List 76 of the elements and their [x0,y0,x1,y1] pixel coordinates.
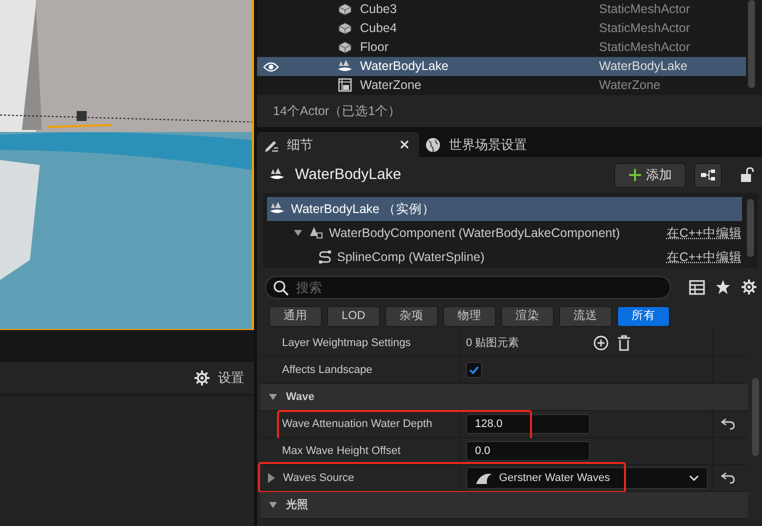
expanded-arrow-icon[interactable] [268,393,278,401]
component-name: WaterBodyComponent (WaterBodyLakeComponent) [329,224,620,242]
search-icon [273,280,289,296]
outliner-row[interactable]: Floor StaticMeshActor [257,38,746,57]
globe-icon [425,136,441,152]
outliner-row[interactable]: WaterBodyLake WaterBodyLake [257,57,746,76]
actor-title: WaterBodyLake [295,164,402,185]
collapsed-arrow-icon[interactable] [268,473,275,483]
filter-button[interactable]: 渲染 [501,306,554,327]
settings-icon[interactable] [194,370,210,386]
component-row[interactable]: WaterBodyComponent (WaterBodyLakeComponent) 在C++中编辑 [267,221,742,245]
component-name: SplineComp (WaterSpline) [337,248,485,266]
chevron-down-icon [689,475,699,481]
actor-type: StaticMeshActor [599,1,690,18]
trash-icon[interactable] [617,335,632,351]
add-button[interactable]: 添加 [614,162,686,188]
scrollbar-thumb[interactable] [752,378,759,456]
add-element-icon[interactable] [593,335,610,351]
outliner-row[interactable]: Cube3 StaticMeshActor [257,0,746,19]
blueprint-button[interactable] [694,162,722,188]
category-title[interactable]: 光照 [286,496,308,514]
close-icon[interactable] [400,140,409,149]
property-value: 0 贴图元素 [466,336,520,351]
actor-name: Cube4 [360,20,397,38]
category-title[interactable]: Wave [286,388,314,406]
filter-button[interactable]: 物理 [443,306,496,327]
property-label: Wave Attenuation Water Depth [282,416,432,432]
checkmark-icon [469,366,479,374]
filter-button[interactable]: 通用 [269,306,322,327]
actor-type: StaticMeshActor [599,20,690,38]
property-label: Waves Source [283,470,354,486]
filter-button[interactable]: 杂项 [385,306,438,327]
number-field[interactable]: 0.0 [466,441,590,461]
reset-arrow-icon[interactable] [721,472,735,484]
number-field[interactable]: 128.0 [466,414,590,434]
component-name: WaterBodyLake （实例） [291,200,435,218]
checkbox[interactable] [466,362,482,378]
search-field[interactable]: 搜索 [265,276,671,298]
outliner-row[interactable]: WaterZone WaterZone [257,76,746,95]
actor-name: WaterBodyLake [360,58,448,76]
filter-button[interactable]: 流送 [559,306,612,327]
filter-button[interactable]: LOD [327,306,380,327]
actor-type: StaticMeshActor [599,39,690,56]
settings-label[interactable]: 设置 [218,368,244,388]
unlocked-padlock-icon[interactable] [740,167,754,183]
reset-arrow-icon[interactable] [721,418,735,430]
hierarchy-icon [700,169,716,181]
property-label: Layer Weightmap Settings [282,336,411,351]
eye-icon[interactable] [263,60,279,72]
wave-icon [475,472,493,484]
asset-dropdown[interactable]: Gerstner Water Waves [466,467,708,489]
panel-tab[interactable]: 世界场景设置 [419,132,537,157]
actor-type: WaterZone [599,77,660,94]
expanded-arrow-icon[interactable] [293,229,303,237]
edit-in-cpp-link[interactable]: 在C++中编辑 [666,224,742,242]
expanded-arrow-icon[interactable] [268,501,278,509]
spline-icon [317,249,333,265]
scrollbar-thumb[interactable] [748,0,755,88]
component-row[interactable]: WaterBodyLake （实例） [267,197,742,221]
settings-icon[interactable] [741,279,757,295]
filter-button[interactable]: 所有 [617,306,670,327]
actor-type: WaterBodyLake [599,58,688,76]
property-label: Max Wave Height Offset [282,444,401,459]
actor-name: Floor [360,39,388,56]
actor-name: WaterZone [360,77,422,94]
outliner-row[interactable]: Cube4 StaticMeshActor [257,19,746,38]
table-view-icon[interactable] [689,280,705,294]
component-row[interactable]: SplineComp (WaterSpline) 在C++中编辑 [267,245,742,269]
property-label: Affects Landscape [282,362,372,378]
panel-tab[interactable]: 细节 [257,132,419,157]
plus-icon [628,168,642,182]
edit-in-cpp-link[interactable]: 在C++中编辑 [666,248,742,266]
actor-name: Cube3 [360,1,397,18]
actor-count: 14个Actor（已选1个） [273,102,402,120]
scrollbar-thumb[interactable] [747,199,754,257]
star-icon[interactable] [715,279,731,295]
